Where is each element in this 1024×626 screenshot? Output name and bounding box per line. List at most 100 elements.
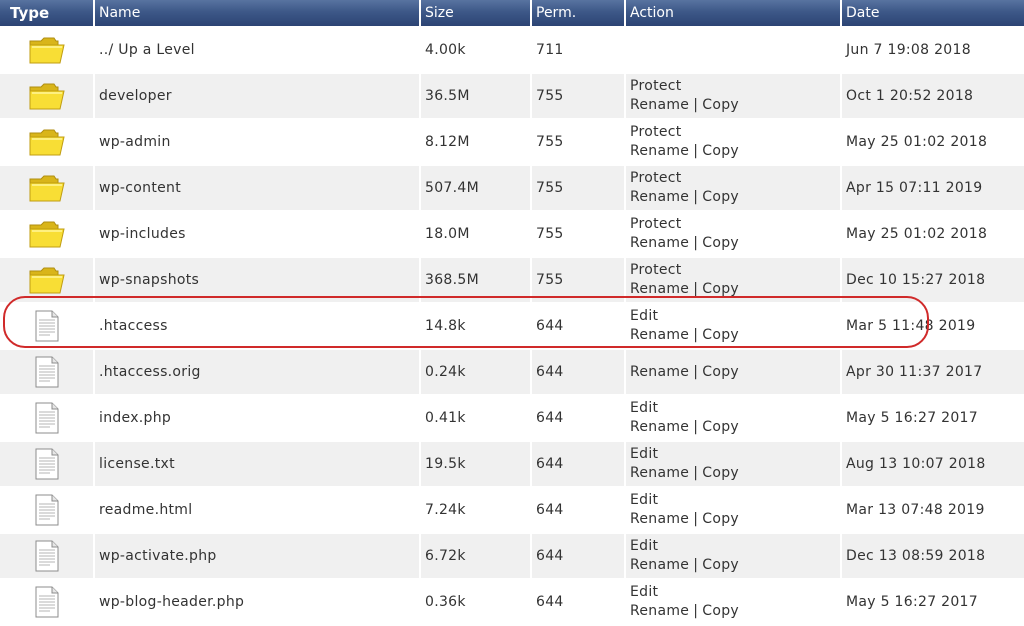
folder-icon[interactable] — [27, 37, 67, 64]
perm-cell[interactable]: 644 — [532, 534, 626, 580]
type-cell — [0, 166, 95, 212]
copy-link[interactable]: Copy — [702, 419, 739, 435]
copy-link[interactable]: Copy — [702, 143, 739, 159]
edit-link[interactable]: Edit — [630, 492, 658, 508]
file-icon[interactable] — [34, 402, 60, 434]
table-row[interactable]: wp-blog-header.php 0.36k 644 Edit Rename | Cop… — [0, 580, 1024, 626]
perm-cell[interactable]: 644 — [532, 396, 626, 442]
file-icon[interactable] — [34, 494, 60, 526]
rename-link[interactable]: Rename — [630, 327, 689, 343]
file-icon[interactable] — [34, 448, 60, 480]
perm-cell[interactable]: 644 — [532, 488, 626, 534]
name-cell[interactable]: wp-activate.php — [95, 534, 421, 580]
copy-link[interactable]: Copy — [702, 281, 739, 297]
folder-icon[interactable] — [27, 83, 67, 110]
rename-link[interactable]: Rename — [630, 557, 689, 573]
column-header-size[interactable]: Size — [421, 0, 532, 28]
column-header-date[interactable]: Date — [842, 0, 1024, 28]
column-header-name[interactable]: Name — [95, 0, 421, 28]
name-cell[interactable]: readme.html — [95, 488, 421, 534]
table-row[interactable]: wp-content 507.4M 755 Protect Rename | Copy Apr… — [0, 166, 1024, 212]
folder-icon[interactable] — [27, 175, 67, 202]
name-cell[interactable]: wp-snapshots — [95, 258, 421, 304]
table-row[interactable]: wp-snapshots 368.5M 755 Protect Rename | Copy D… — [0, 258, 1024, 304]
table-row[interactable]: .htaccess 14.8k 644 Edit Rename | Copy Mar 5 11… — [0, 304, 1024, 350]
folder-icon[interactable] — [27, 221, 67, 248]
table-row[interactable]: developer 36.5M 755 Protect Rename | Copy Oct 1… — [0, 74, 1024, 120]
folder-icon[interactable] — [27, 129, 67, 156]
rename-link[interactable]: Rename — [630, 97, 689, 113]
action-cell: Edit Rename | Copy — [626, 580, 842, 626]
table-row[interactable]: wp-admin 8.12M 755 Protect Rename | Copy May 25… — [0, 120, 1024, 166]
name-cell[interactable]: developer — [95, 74, 421, 120]
edit-link[interactable]: Edit — [630, 584, 658, 600]
file-icon[interactable] — [34, 356, 60, 388]
folder-icon[interactable] — [27, 267, 67, 294]
edit-link[interactable]: Edit — [630, 538, 658, 554]
rename-link[interactable]: Rename — [630, 235, 689, 251]
name-cell[interactable]: index.php — [95, 396, 421, 442]
perm-cell[interactable]: 711 — [532, 28, 626, 74]
rename-link[interactable]: Rename — [630, 364, 689, 380]
perm-cell[interactable]: 755 — [532, 74, 626, 120]
perm-cell[interactable]: 644 — [532, 304, 626, 350]
perm-cell[interactable]: 755 — [532, 212, 626, 258]
name-cell[interactable]: license.txt — [95, 442, 421, 488]
name-cell[interactable]: .htaccess — [95, 304, 421, 350]
copy-link[interactable]: Copy — [702, 235, 739, 251]
copy-link[interactable]: Copy — [702, 465, 739, 481]
type-cell — [0, 212, 95, 258]
name-cell[interactable]: wp-admin — [95, 120, 421, 166]
table-row[interactable]: ../ Up a Level 4.00k 711 Jun 7 19:08 2018 — [0, 28, 1024, 74]
table-row[interactable]: readme.html 7.24k 644 Edit Rename | Copy Mar 13… — [0, 488, 1024, 534]
protect-link[interactable]: Protect — [630, 216, 682, 232]
name-cell[interactable]: ../ Up a Level — [95, 28, 421, 74]
copy-link[interactable]: Copy — [702, 511, 739, 527]
table-row[interactable]: index.php 0.41k 644 Edit Rename | Copy May 5 16… — [0, 396, 1024, 442]
rename-link[interactable]: Rename — [630, 511, 689, 527]
perm-cell[interactable]: 644 — [532, 580, 626, 626]
file-icon[interactable] — [34, 586, 60, 618]
table-row[interactable]: .htaccess.orig 0.24k 644 Rename | Copy Apr 30 … — [0, 350, 1024, 396]
perm-cell[interactable]: 755 — [532, 258, 626, 304]
type-cell — [0, 580, 95, 626]
copy-link[interactable]: Copy — [702, 97, 739, 113]
rename-link[interactable]: Rename — [630, 603, 689, 619]
rename-link[interactable]: Rename — [630, 465, 689, 481]
action-cell: Protect Rename | Copy — [626, 74, 842, 120]
perm-cell[interactable]: 644 — [532, 442, 626, 488]
copy-link[interactable]: Copy — [702, 364, 739, 380]
table-row[interactable]: license.txt 19.5k 644 Edit Rename | Copy Aug 13… — [0, 442, 1024, 488]
table-body: ../ Up a Level 4.00k 711 Jun 7 19:08 2018 d… — [0, 28, 1024, 626]
table-row[interactable]: wp-activate.php 6.72k 644 Edit Rename | Copy De… — [0, 534, 1024, 580]
column-header-type[interactable]: Type — [0, 0, 95, 28]
perm-cell[interactable]: 755 — [532, 166, 626, 212]
protect-link[interactable]: Protect — [630, 170, 682, 186]
edit-link[interactable]: Edit — [630, 446, 658, 462]
name-cell[interactable]: wp-includes — [95, 212, 421, 258]
file-manager-table: Type Name Size Perm. Action Date ../ Up … — [0, 0, 1024, 626]
protect-link[interactable]: Protect — [630, 78, 682, 94]
file-icon[interactable] — [34, 310, 60, 342]
table-row[interactable]: wp-includes 18.0M 755 Protect Rename | Copy May… — [0, 212, 1024, 258]
rename-link[interactable]: Rename — [630, 143, 689, 159]
rename-link[interactable]: Rename — [630, 419, 689, 435]
action-line-1: Protect — [630, 261, 840, 280]
rename-link[interactable]: Rename — [630, 189, 689, 205]
perm-cell[interactable]: 644 — [532, 350, 626, 396]
protect-link[interactable]: Protect — [630, 124, 682, 140]
rename-link[interactable]: Rename — [630, 281, 689, 297]
edit-link[interactable]: Edit — [630, 308, 658, 324]
protect-link[interactable]: Protect — [630, 262, 682, 278]
name-cell[interactable]: wp-blog-header.php — [95, 580, 421, 626]
edit-link[interactable]: Edit — [630, 400, 658, 416]
copy-link[interactable]: Copy — [702, 189, 739, 205]
name-cell[interactable]: wp-content — [95, 166, 421, 212]
copy-link[interactable]: Copy — [702, 603, 739, 619]
column-header-perm[interactable]: Perm. — [532, 0, 626, 28]
perm-cell[interactable]: 755 — [532, 120, 626, 166]
file-icon[interactable] — [34, 540, 60, 572]
copy-link[interactable]: Copy — [702, 557, 739, 573]
copy-link[interactable]: Copy — [702, 327, 739, 343]
name-cell[interactable]: .htaccess.orig — [95, 350, 421, 396]
